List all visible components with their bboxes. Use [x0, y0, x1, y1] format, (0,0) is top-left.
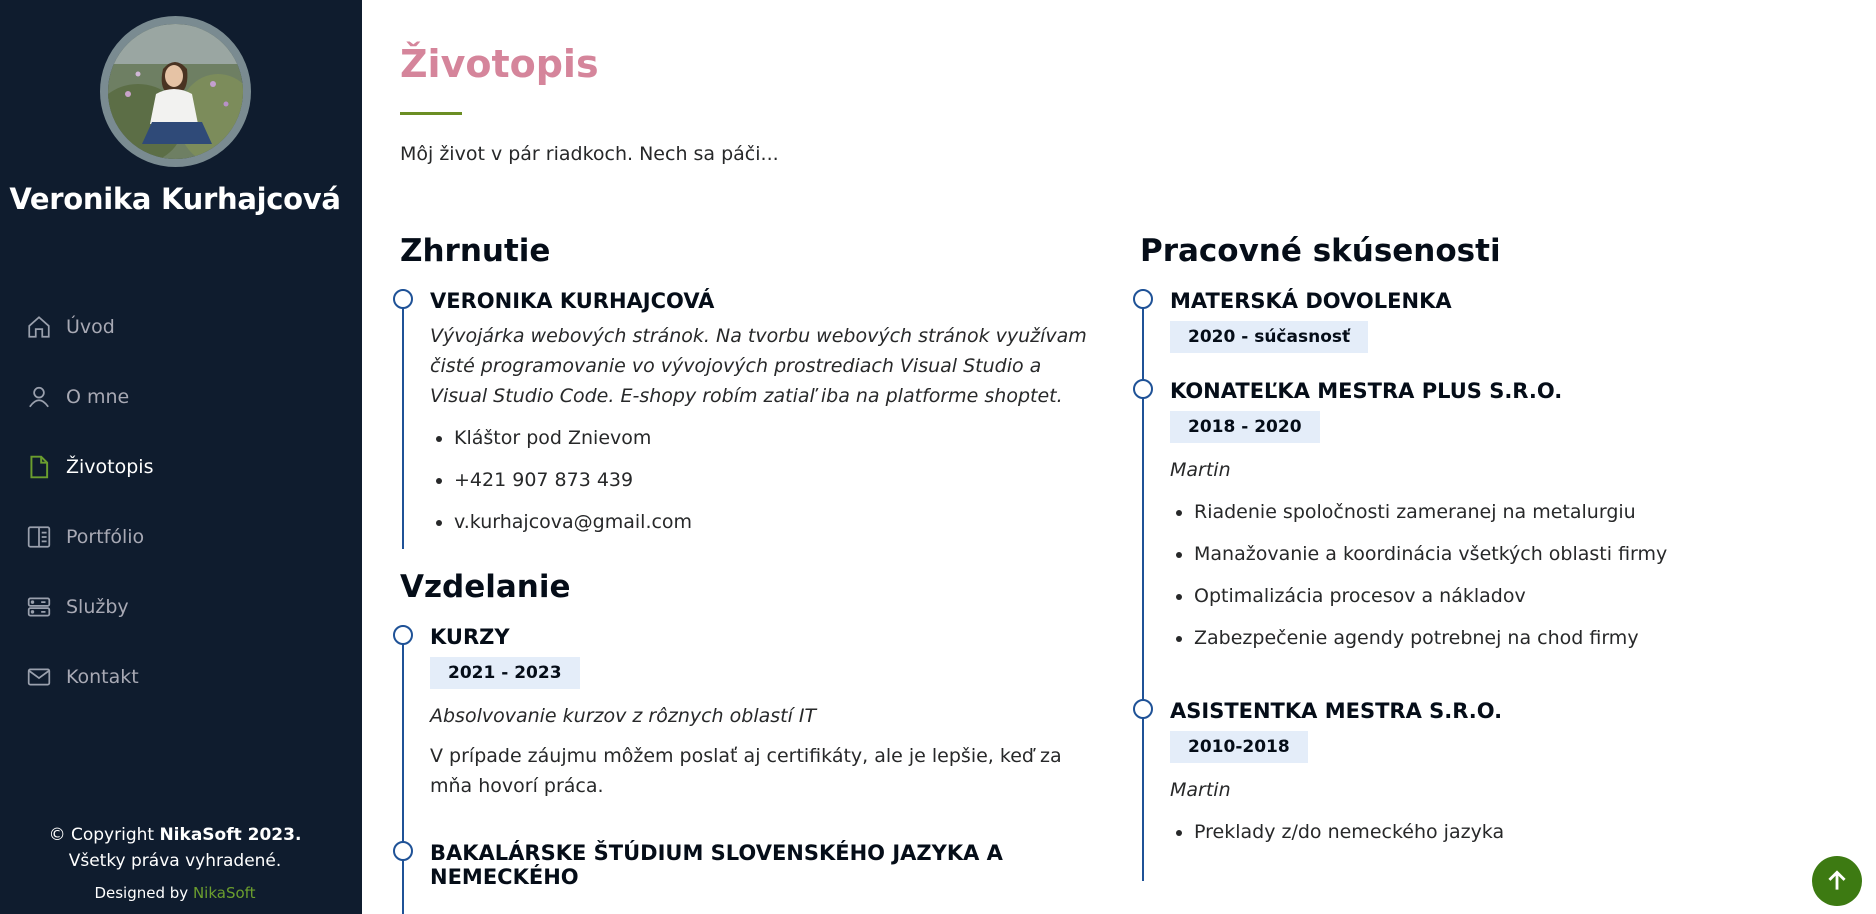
experience-heading: Pracovné skúsenosti — [1140, 233, 1501, 269]
education-title: KURZY — [430, 625, 510, 649]
education-date: 2021 - 2023 — [430, 657, 580, 689]
sidebar-footer: © Copyright NikaSoft 2023. Všetky práva … — [0, 822, 350, 902]
education-text: V prípade záujmu môžem poslať aj certifi… — [430, 745, 1062, 797]
experience-bullet: Zabezpečenie agendy potrebnej na chod fi… — [1194, 625, 1840, 651]
experience-date: 2018 - 2020 — [1170, 411, 1320, 443]
summary-item: VERONIKA KURHAJCOVÁ Vývojárka webových s… — [393, 289, 1090, 549]
profile-photo — [108, 24, 243, 159]
server-icon — [26, 594, 52, 620]
envelope-icon — [26, 664, 52, 690]
summary-description: Vývojárka webových stránok. Na tvorbu we… — [430, 325, 1087, 407]
nav-item-label: Služby — [66, 596, 129, 618]
rights-text: Všetky práva vyhradené. — [68, 851, 282, 871]
experience-item: ASISTENTKA MESTRA S.R.O. 2010-2018 Marti… — [1133, 699, 1840, 881]
page-title: Životopis — [400, 42, 599, 86]
nav-item-label: Kontakt — [66, 666, 139, 688]
experience-bullets: Riadenie spoločnosti zameranej na metalu… — [1170, 499, 1840, 651]
nav-item-uvod[interactable]: Úvod — [0, 292, 362, 362]
experience-bullet: Riadenie spoločnosti zameranej na metalu… — [1194, 499, 1840, 525]
experience-item: MATERSKÁ DOVOLENKA 2020 - súčasnosť — [1133, 289, 1840, 383]
experience-date: 2020 - súčasnosť — [1170, 321, 1369, 353]
contact-phone: +421 907 873 439 — [454, 467, 1090, 493]
experience-title: ASISTENTKA MESTRA S.R.O. — [1170, 699, 1503, 723]
summary-name: VERONIKA KURHAJCOVÁ — [430, 289, 715, 313]
avatar — [100, 16, 251, 167]
page-intro: Môj život v pár riadkoch. Nech sa páči..… — [400, 143, 779, 165]
main-content: Životopis Môj život v pár riadkoch. Nech… — [362, 0, 1876, 914]
experience-bullet: Manažovanie a koordinácia všetkých oblas… — [1194, 541, 1840, 567]
experience-title: KONATEĽKA MESTRA PLUS S.R.O. — [1170, 379, 1563, 403]
copyright-brand: NikaSoft 2023. — [159, 825, 302, 845]
person-icon — [26, 384, 52, 410]
copyright: © Copyright NikaSoft 2023. Všetky práva … — [0, 822, 350, 874]
nav-item-label: Úvod — [66, 316, 115, 338]
title-underline — [400, 112, 462, 115]
education-italic: Absolvovanie kurzov z rôznych oblastí IT — [430, 705, 817, 727]
nav-item-portfolio[interactable]: Portfólio — [0, 502, 362, 572]
summary-heading: Zhrnutie — [400, 233, 551, 269]
book-icon — [26, 524, 52, 550]
nav-item-label: O mne — [66, 386, 130, 408]
resume-right-column: Pracovné skúsenosti MATERSKÁ DOVOLENKA 2… — [1133, 233, 1840, 881]
experience-place: Martin — [1170, 459, 1231, 481]
nav-item-label: Životopis — [66, 456, 154, 478]
education-item: BAKALÁRSKE ŠTÚDIUM SLOVENSKÉHO JAZYKA A … — [393, 841, 1090, 914]
contact-email: v.kurhajcova@gmail.com — [454, 509, 1090, 535]
nav-item-kontakt[interactable]: Kontakt — [0, 642, 362, 712]
sidebar: Veronika Kurhajcová Úvod O mne Životopis… — [0, 0, 362, 914]
profile-name: Veronika Kurhajcová — [9, 182, 341, 216]
contact-address: Kláštor pod Znievom — [454, 425, 1090, 451]
experience-title: MATERSKÁ DOVOLENKA — [1170, 289, 1452, 313]
nav-item-zivotopis[interactable]: Životopis — [0, 432, 362, 502]
home-icon — [26, 314, 52, 340]
education-title: BAKALÁRSKE ŠTÚDIUM SLOVENSKÉHO JAZYKA A … — [430, 841, 1003, 889]
copyright-prefix: © Copyright — [48, 825, 160, 845]
contact-list: Kláštor pod Znievom +421 907 873 439 v.k… — [430, 425, 1090, 535]
experience-item: KONATEĽKA MESTRA PLUS S.R.O. 2018 - 2020… — [1133, 379, 1840, 703]
credits: Designed by NikaSoft — [0, 884, 350, 902]
experience-bullet: Optimalizácia procesov a nákladov — [1194, 583, 1840, 609]
main-nav: Úvod O mne Životopis Portfólio Služby Ko… — [0, 292, 362, 712]
education-item: KURZY 2021 - 2023 Absolvovanie kurzov z … — [393, 625, 1090, 845]
nav-item-label: Portfólio — [66, 526, 145, 548]
nav-item-sluzby[interactable]: Služby — [0, 572, 362, 642]
arrow-up-icon — [1828, 870, 1846, 890]
designer-link[interactable]: NikaSoft — [193, 884, 256, 902]
experience-bullets: Preklady z/do nemeckého jazyka — [1170, 819, 1840, 845]
scroll-to-top-button[interactable] — [1812, 856, 1862, 906]
resume-left-column: Zhrnutie VERONIKA KURHAJCOVÁ Vývojárka w… — [393, 233, 1090, 914]
designed-by-text: Designed by — [94, 884, 193, 902]
experience-bullet: Preklady z/do nemeckého jazyka — [1194, 819, 1840, 845]
file-icon — [26, 454, 52, 480]
experience-place: Martin — [1170, 779, 1231, 801]
experience-date: 2010-2018 — [1170, 731, 1308, 763]
nav-item-o-mne[interactable]: O mne — [0, 362, 362, 432]
education-heading: Vzdelanie — [400, 569, 571, 605]
